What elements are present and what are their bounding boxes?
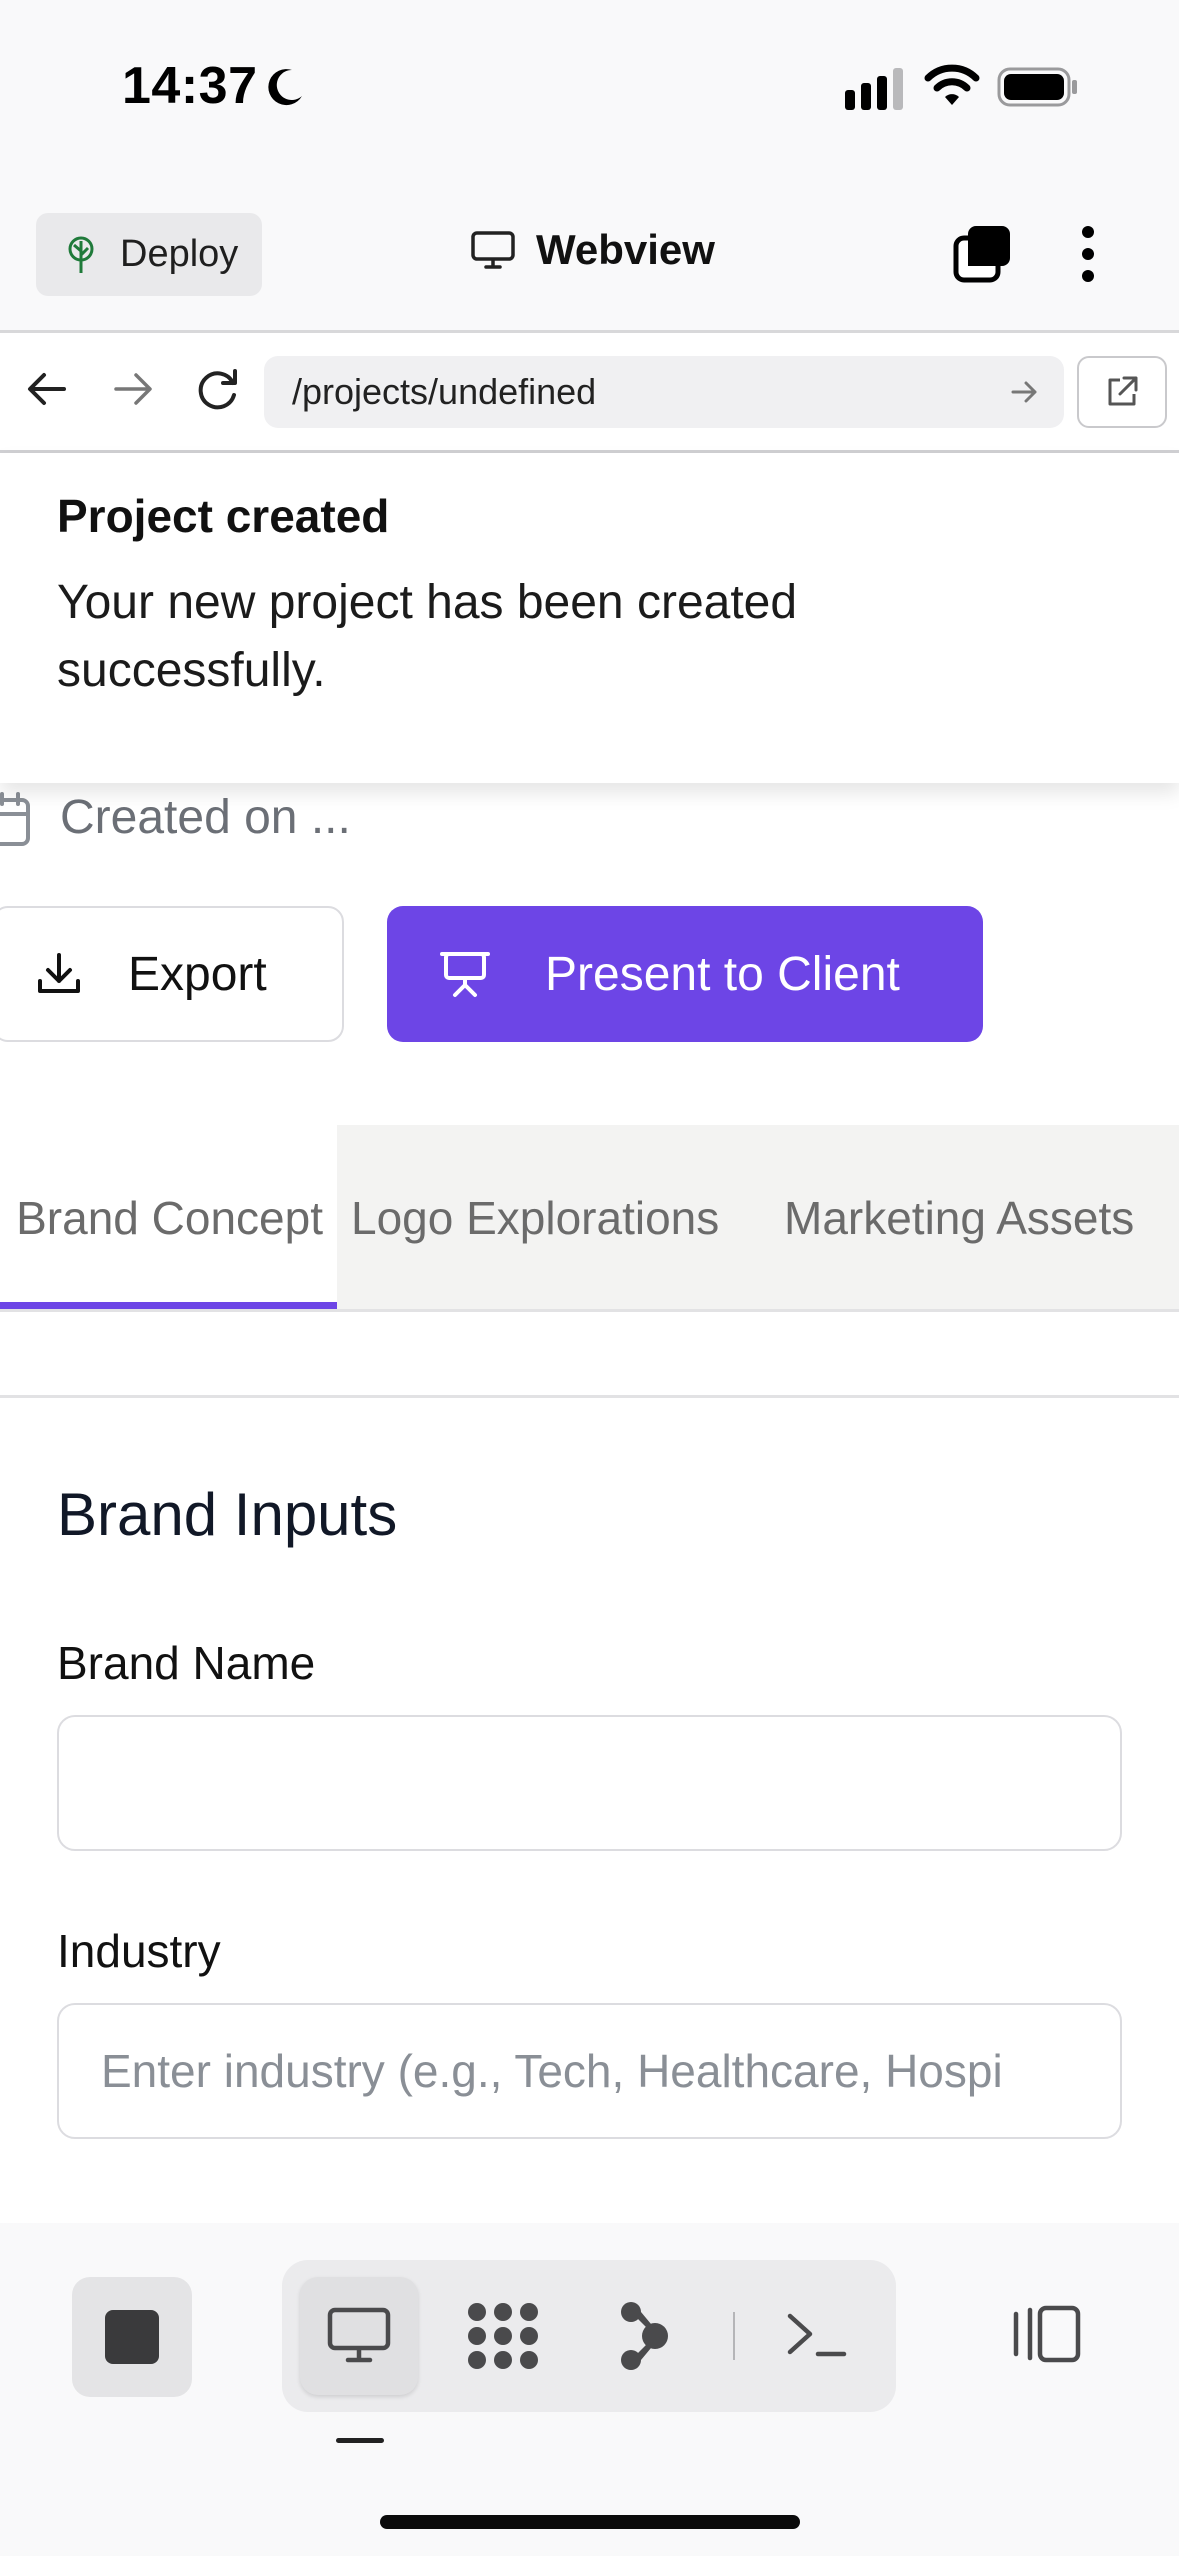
stop-button[interactable] [72,2277,192,2397]
tab-label: Marketing Assets [784,1192,1135,1244]
status-bar: 14:37 [0,0,1179,180]
calendar-icon [0,792,30,846]
terminal-icon [787,2313,847,2357]
toolbar-separator [733,2312,735,2360]
monitor-icon [471,231,515,269]
webview-title-label: Webview [536,226,715,273]
present-to-client-button[interactable]: Present to Client [387,906,983,1042]
url-text: /projects/undefined [292,371,597,412]
battery-icon [997,67,1077,107]
open-external-button[interactable] [1077,356,1167,428]
wifi-icon [924,64,980,105]
back-arrow-icon[interactable] [24,369,70,409]
grid-view-button[interactable] [444,2277,562,2395]
terminal-view-button[interactable] [758,2277,876,2395]
home-indicator [380,2515,800,2529]
external-link-icon [1108,376,1138,406]
tab-logo-explorations[interactable]: Logo Explorations [337,1125,770,1311]
present-label: Present to Client [545,947,900,1001]
url-input[interactable]: /projects/undefined [264,356,1064,428]
webview-title: Webview [470,226,715,274]
status-time: 14:37 [122,57,258,115]
industry-label: Industry [57,1925,221,1977]
toast-notification[interactable]: Project created Your new project has bee… [0,453,1179,783]
presentation-icon [440,952,490,997]
created-date-text: Created on ... [60,791,351,844]
active-view-indicator [336,2438,384,2443]
toast-description: Your new project has been created succes… [57,576,798,697]
branch-icon [621,2302,668,2370]
more-options-icon[interactable] [1068,224,1108,284]
grid-icon [468,2303,538,2369]
export-label: Export [128,947,267,1001]
go-arrow-icon[interactable] [1010,378,1040,406]
side-panel-icon[interactable] [1006,2302,1086,2366]
desktop-view-button[interactable] [300,2277,418,2395]
toast-title: Project created [57,490,390,542]
cellular-signal-icon [845,68,903,110]
reload-icon[interactable] [193,365,243,413]
desktop-icon [327,2307,391,2363]
active-tab-indicator [0,1302,337,1309]
forward-arrow-icon[interactable] [110,369,156,409]
tab-marketing-assets[interactable]: Marketing Assets [770,1125,1179,1311]
brand-name-input[interactable] [57,1715,1122,1851]
project-tabs: Brand Concept Logo Explorations Marketin… [0,1125,1179,1311]
deploy-button[interactable]: Deploy [36,213,262,296]
tabs-divider [0,1309,1179,1312]
brand-name-label: Brand Name [57,1637,316,1689]
windows-stack-icon[interactable] [952,224,1014,284]
tab-label: Logo Explorations [351,1192,720,1244]
download-icon [38,953,80,993]
deploy-tree-icon [68,236,94,273]
export-button[interactable]: Export [0,906,344,1042]
industry-input[interactable]: Enter industry (e.g., Tech, Healthcare, … [57,2003,1122,2139]
moon-icon [268,69,302,106]
section-title: Brand Inputs [57,1481,398,1548]
section-divider [0,1395,1179,1398]
stop-icon [105,2310,159,2364]
tab-brand-concept[interactable]: Brand Concept [0,1125,337,1311]
tab-label: Brand Concept [16,1192,323,1244]
deploy-label: Deploy [120,233,239,275]
branch-view-button[interactable] [586,2277,704,2395]
